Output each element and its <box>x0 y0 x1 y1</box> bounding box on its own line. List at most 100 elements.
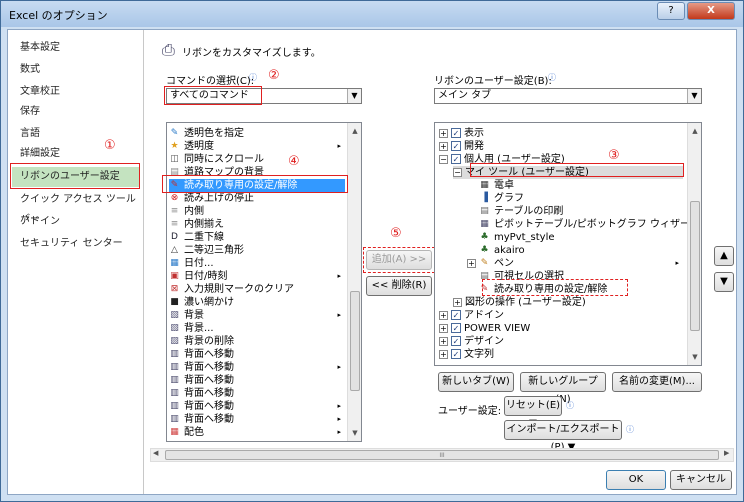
command-list-item[interactable]: ✎ 透明色を指定 <box>169 127 345 140</box>
command-list-item[interactable]: ▥ 背面へ移動 <box>169 374 345 387</box>
ribbon-tree-item[interactable]: ♣ akairo <box>467 244 683 257</box>
nav-item-general[interactable]: 基本設定 <box>16 38 142 58</box>
command-source-select[interactable]: すべてのコマンド ▼ <box>166 88 362 104</box>
remove-button[interactable]: << 削除(R) <box>366 276 432 296</box>
command-list-item[interactable]: ▥ 背面へ移動 ▸ <box>169 361 345 374</box>
command-list-item[interactable]: ⊠ 入力規則マークのクリア <box>169 283 345 296</box>
expand-toggle-icon[interactable]: + <box>439 141 448 151</box>
command-list-item[interactable]: △ 二等辺三角形 <box>169 244 345 257</box>
ribbon-tree-item[interactable]: + ✓ アドイン <box>439 309 683 322</box>
nav-item-formulas[interactable]: 数式 <box>16 60 142 80</box>
expand-toggle-icon[interactable]: − <box>439 154 448 164</box>
ribbon-tree-item[interactable]: + ✓ デザイン <box>439 335 683 348</box>
checkbox-icon[interactable]: ✓ <box>451 128 461 138</box>
ribbon-tree-item[interactable]: + ✓ 開発 <box>439 140 683 153</box>
expand-toggle-icon[interactable]: + <box>439 336 448 346</box>
ribbon-tree-item[interactable]: + 図形の操作 (ユーザー設定) <box>453 296 683 309</box>
command-list-item[interactable]: ≡ 内側 <box>169 205 345 218</box>
command-list-item[interactable]: ▥ 背面へ移動 ▸ <box>169 400 345 413</box>
expand-toggle-icon[interactable]: − <box>453 167 462 177</box>
nav-item-trust-center[interactable]: セキュリティ センター <box>16 234 142 254</box>
chevron-down-icon[interactable]: ▼ <box>347 89 361 103</box>
command-list-item[interactable]: ■ 濃い網かけ <box>169 296 345 309</box>
ribbon-tree-item[interactable]: ▤ 可視セルの選択 <box>467 270 683 283</box>
rename-button[interactable]: 名前の変更(M)... <box>612 372 702 392</box>
nav-item-language[interactable]: 言語 <box>16 124 142 144</box>
scroll-thumb[interactable] <box>350 291 360 391</box>
command-list-item[interactable]: ▥ 背面へ移動 <box>169 348 345 361</box>
ribbon-tree-item[interactable]: ✎ 読み取り専用の設定/解除 <box>467 283 683 296</box>
nav-item-addins[interactable]: アドイン <box>16 212 142 232</box>
scroll-down-icon[interactable]: ▼ <box>348 427 361 439</box>
expand-toggle-icon[interactable]: + <box>439 310 448 320</box>
command-list-item[interactable]: ▦ 配色 ▸ <box>169 426 345 439</box>
new-group-button[interactable]: 新しいグループ(N) <box>520 372 606 405</box>
ribbon-tree-scrollbar[interactable]: ▲ ▼ <box>687 123 701 365</box>
scroll-up-icon[interactable]: ▲ <box>688 125 701 137</box>
scroll-left-icon[interactable]: ◀ <box>153 449 158 457</box>
command-list-item[interactable]: ◫ 同時にスクロール <box>169 153 345 166</box>
ribbon-tabs-select[interactable]: メイン タブ ▼ <box>434 88 702 104</box>
command-list-item[interactable]: ▥ 背面へ移動 ▸ <box>169 413 345 426</box>
checkbox-icon[interactable]: ✓ <box>451 154 461 164</box>
ribbon-tree-item[interactable]: − ✓ 個人用 (ユーザー設定) <box>439 153 683 166</box>
command-list-item[interactable]: ▤ 道路マップの背景 <box>169 166 345 179</box>
scroll-thumb[interactable] <box>690 201 700 331</box>
command-list-item[interactable]: ★ 透明度 ▸ <box>169 140 345 153</box>
reset-button[interactable]: リセット(E) ▼ <box>504 396 562 429</box>
ribbon-tree-item[interactable]: ▦ ピボットテーブル/ピボットグラフ ウィザード <box>467 218 700 231</box>
close-button[interactable]: X <box>687 2 735 20</box>
command-list-item[interactable]: ▦ 日付... <box>169 257 345 270</box>
help-button[interactable]: ? <box>657 2 685 20</box>
checkbox-icon[interactable]: ✓ <box>451 349 461 359</box>
checkbox-icon[interactable]: ✓ <box>451 323 461 333</box>
command-list-item[interactable]: ▣ 日付/時刻 ▸ <box>169 270 345 283</box>
ribbon-tree-item[interactable]: − マイ ツール (ユーザー設定) <box>453 166 683 179</box>
ribbon-tree-item[interactable]: + ✓ POWER VIEW <box>439 322 683 335</box>
command-list[interactable]: ✎ 透明色を指定 ★ 透明度 ▸ ◫ 同時にスクロール ▤ 道路マップの背景 ✎ 読み取り専用の設定… <box>166 122 362 442</box>
command-list-scrollbar[interactable]: ▲ ▼ <box>347 123 361 441</box>
nav-item-proofing[interactable]: 文章校正 <box>16 82 142 102</box>
command-list-item[interactable]: D 二重下線 <box>169 231 345 244</box>
move-up-button[interactable]: ▲ <box>714 246 734 266</box>
command-list-item[interactable]: ✎ 読み取り専用の設定/解除 <box>169 179 345 192</box>
scroll-up-icon[interactable]: ▲ <box>348 125 361 137</box>
scroll-right-icon[interactable]: ▶ <box>724 449 729 457</box>
nav-item-customize-ribbon[interactable]: リボンのユーザー設定 <box>12 167 140 187</box>
checkbox-icon[interactable]: ✓ <box>451 310 461 320</box>
ribbon-tree-item[interactable]: ♣ myPvt_style <box>467 231 683 244</box>
ok-button[interactable]: OK <box>606 470 666 490</box>
checkbox-icon[interactable]: ✓ <box>451 336 461 346</box>
ribbon-tree-item[interactable]: + ✓ 表示 <box>439 127 683 140</box>
move-down-button[interactable]: ▼ <box>714 272 734 292</box>
nav-item-quick-access-toolbar[interactable]: クイック アクセス ツール バー <box>16 190 142 225</box>
horizontal-scrollbar[interactable]: ◀ III ▶ <box>150 448 734 462</box>
cancel-button[interactable]: キャンセル <box>670 470 732 490</box>
ribbon-tree-item[interactable]: + ✓ 文字列 <box>439 348 683 361</box>
expand-toggle-icon[interactable]: + <box>453 297 462 307</box>
ribbon-tree-item[interactable]: ▤ テーブルの印刷 <box>467 205 683 218</box>
scroll-down-icon[interactable]: ▼ <box>688 351 701 363</box>
expand-toggle-icon[interactable]: + <box>439 349 448 359</box>
command-list-item[interactable]: ≡ 内側揃え <box>169 218 345 231</box>
command-list-item[interactable]: ▥ 背面へ移動 <box>169 387 345 400</box>
add-button[interactable]: 追加(A) >> <box>366 250 432 270</box>
ribbon-tree[interactable]: + ✓ 表示 + ✓ 開発 − ✓ 個人用 (ユーザー設定) − マイ ツール (ユーザー設定) ▦ 電… <box>434 122 702 366</box>
checkbox-icon[interactable]: ✓ <box>451 141 461 151</box>
command-list-item[interactable]: ⊗ 読み上げの停止 <box>169 192 345 205</box>
import-export-button[interactable]: インポート/エクスポート(P) ▼ <box>504 420 622 453</box>
expand-toggle-icon[interactable]: + <box>467 258 476 268</box>
command-list-item[interactable]: ▧ 背景 ▸ <box>169 309 345 322</box>
new-tab-button[interactable]: 新しいタブ(W) <box>438 372 514 392</box>
ribbon-tree-item[interactable]: ▦ 電卓 <box>467 179 683 192</box>
horizontal-scroll-thumb[interactable]: III <box>165 450 719 460</box>
nav-item-advanced[interactable]: 詳細設定 <box>16 144 142 164</box>
nav-item-save[interactable]: 保存 <box>16 102 142 122</box>
command-list-item[interactable]: ▨ 背景の削除 <box>169 335 345 348</box>
command-list-item[interactable]: ▧ 背景... <box>169 322 345 335</box>
ribbon-tree-item[interactable]: + ✎ ペン ▸ <box>467 257 683 270</box>
expand-toggle-icon[interactable]: + <box>439 323 448 333</box>
ribbon-tree-item[interactable]: ▐ グラフ <box>467 192 683 205</box>
expand-toggle-icon[interactable]: + <box>439 128 448 138</box>
chevron-down-icon[interactable]: ▼ <box>687 89 701 103</box>
